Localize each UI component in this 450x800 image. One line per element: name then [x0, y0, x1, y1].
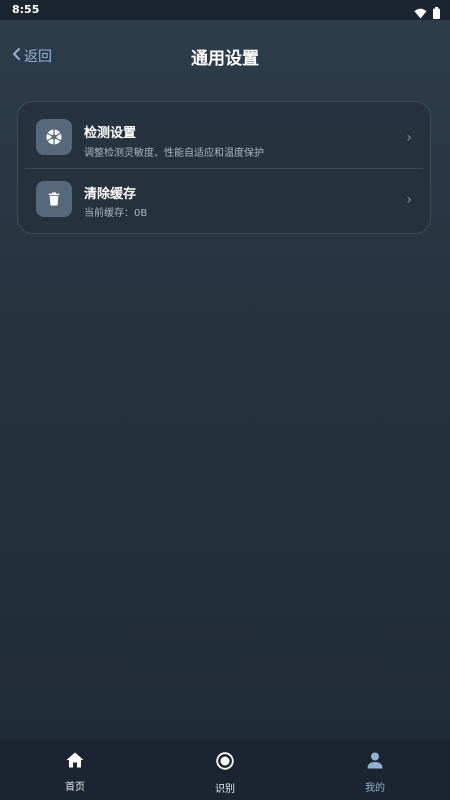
home-icon	[66, 752, 84, 772]
nav-label: 我的	[365, 783, 385, 794]
chevron-right-icon: ›	[406, 130, 412, 146]
settings-item-title: 清除缓存	[84, 187, 137, 202]
chevron-right-icon: ›	[406, 192, 412, 208]
user-icon	[367, 752, 383, 773]
record-icon	[216, 752, 234, 774]
trash-icon	[36, 181, 72, 217]
aperture-icon	[36, 119, 72, 155]
settings-item-subtitle: 调整检测灵敏度、性能自适应和温度保护	[84, 148, 264, 159]
settings-card: 检测设置 调整检测灵敏度、性能自适应和温度保护 › 清除缓存 当前缓存：0B ›	[17, 101, 431, 234]
app-screen: 8:55 返回 通用设置 检测设置 调整检测灵敏度、性能自适应和温度保护 › 清…	[0, 0, 450, 800]
header: 返回 通用设置	[0, 20, 450, 90]
nav-label: 识别	[215, 784, 235, 795]
nav-item-home[interactable]: 首页	[35, 752, 115, 793]
status-bar: 8:55	[0, 0, 450, 20]
settings-item-title: 检测设置	[84, 126, 137, 141]
page-title: 通用设置	[191, 49, 259, 69]
settings-item-detection[interactable]: 检测设置 调整检测灵敏度、性能自适应和温度保护 ›	[18, 102, 430, 168]
bottom-nav: 首页 识别 我的	[0, 740, 450, 800]
settings-item-subtitle: 当前缓存：0B	[84, 208, 148, 219]
nav-item-recognize[interactable]: 识别	[185, 752, 265, 795]
nav-item-mine[interactable]: 我的	[335, 752, 415, 794]
nav-label: 首页	[65, 782, 85, 793]
settings-item-clear-cache[interactable]: 清除缓存 当前缓存：0B ›	[18, 168, 430, 234]
status-time: 8:55	[12, 3, 40, 16]
